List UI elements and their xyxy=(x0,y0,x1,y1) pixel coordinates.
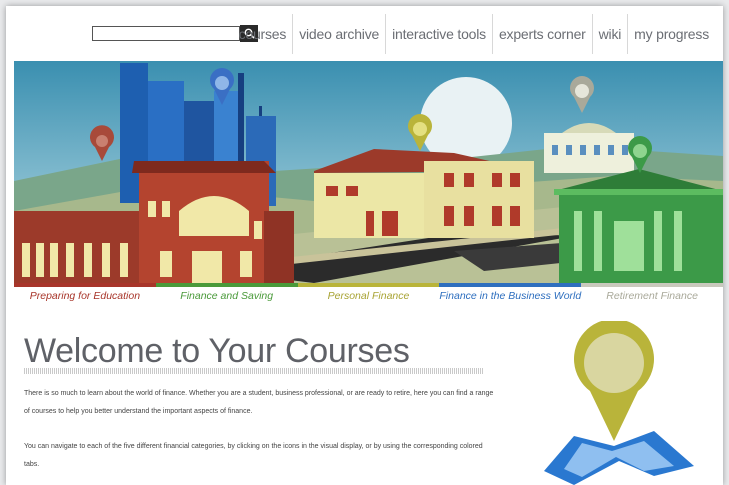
tab-finance-and-saving[interactable]: Finance and Saving xyxy=(156,287,298,305)
nav-video-archive[interactable]: video archive xyxy=(292,14,385,54)
nav-wiki[interactable]: wiki xyxy=(591,14,628,54)
nav-experts-corner[interactable]: experts corner xyxy=(491,14,592,54)
tab-retirement-finance[interactable]: Retirement Finance xyxy=(581,287,723,305)
banner-illustration xyxy=(14,61,723,283)
tab-finance-in-the-business-world[interactable]: Finance in the Business World xyxy=(439,287,581,305)
map-pin-icon xyxy=(524,319,704,485)
search-input[interactable] xyxy=(92,26,240,41)
nav-interactive-tools[interactable]: interactive tools xyxy=(385,14,492,54)
tab-personal-finance[interactable]: Personal Finance xyxy=(298,287,440,305)
page: courses video archive interactive tools … xyxy=(6,6,723,485)
main-nav: courses video archive interactive tools … xyxy=(233,14,715,54)
tab-preparing-for-education[interactable]: Preparing for Education xyxy=(14,287,156,305)
nav-my-progress[interactable]: my progress xyxy=(627,14,715,54)
navigation-paragraph: You can navigate to each of the five dif… xyxy=(24,443,483,468)
category-tabs: Preparing for Education Finance and Savi… xyxy=(14,287,723,305)
nav-courses[interactable]: courses xyxy=(233,14,293,54)
page-title: Welcome to Your Courses xyxy=(24,332,410,370)
intro-paragraph: There is so much to learn about the worl… xyxy=(24,390,494,415)
title-underline xyxy=(24,368,484,374)
